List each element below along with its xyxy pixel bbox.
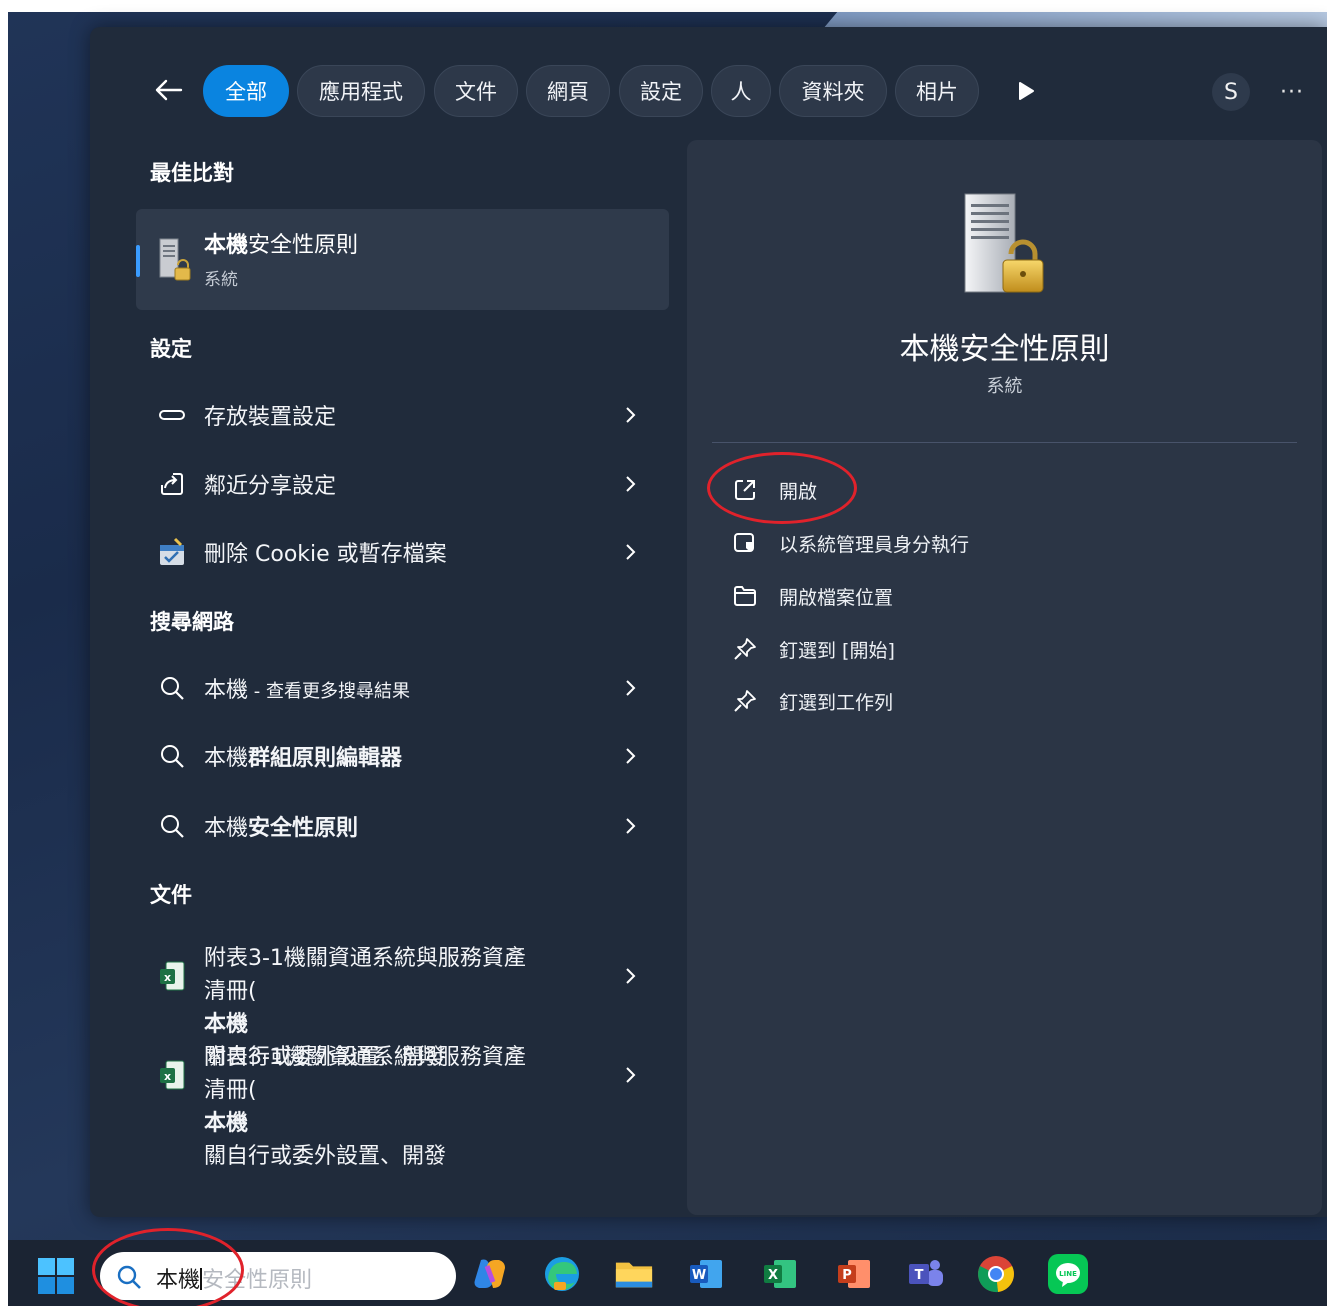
filter-chip-settings[interactable]: 設定: [619, 65, 703, 117]
cleanup-icon: [156, 536, 188, 568]
detail-subtitle: 系統: [986, 376, 1023, 397]
teams-icon[interactable]: T: [906, 1254, 946, 1294]
chevron-right-icon: [620, 542, 640, 562]
web-search-label: 本機群組原則編輯器: [204, 746, 403, 771]
document-item[interactable]: x 附表3-1機關資通系統與服務資產 清冊(本機 關自行或委外設置、開發: [140, 934, 660, 1070]
settings-item-delete-cookies[interactable]: 刪除 Cookie 或暫存檔案: [140, 523, 660, 581]
more-filters-play-icon[interactable]: [1012, 77, 1040, 105]
powerpoint-icon[interactable]: P: [834, 1254, 874, 1294]
chevron-right-icon: [620, 1065, 640, 1085]
filter-chip-web[interactable]: 網頁: [526, 65, 610, 117]
search-query-text: 本機安全性原則: [156, 1268, 313, 1293]
chevron-right-icon: [620, 816, 640, 836]
detail-pane: 本機安全性原則 系統 開啟 以系統管理員身分執行 開啟檔案位置 釘選到 [開始]…: [687, 140, 1322, 1215]
web-search-item[interactable]: 本機群組原則編輯器: [140, 727, 660, 785]
security-policy-large-icon: [957, 188, 1047, 298]
taskbar-search-input[interactable]: 本機安全性原則: [100, 1252, 456, 1300]
settings-item-label: 刪除 Cookie 或暫存檔案: [204, 542, 447, 567]
action-open-file-location[interactable]: 開啟檔案位置: [727, 576, 1227, 616]
chevron-right-icon: [620, 678, 640, 698]
web-search-label: 本機安全性原則: [204, 816, 359, 841]
action-label: 以系統管理員身分執行: [779, 533, 970, 556]
action-pin-to-taskbar[interactable]: 釘選到工作列: [727, 681, 1227, 721]
excel-file-icon: x: [156, 1059, 188, 1091]
search-icon: [156, 810, 188, 842]
best-match-card[interactable]: 本機安全性原則 系統: [136, 209, 669, 310]
svg-text:P: P: [842, 1268, 852, 1283]
filter-chip-apps[interactable]: 應用程式: [297, 65, 425, 117]
settings-item-label: 鄰近分享設定: [204, 474, 337, 499]
copilot-icon[interactable]: [470, 1254, 510, 1294]
best-match-type: 系統: [204, 270, 238, 290]
chevron-right-icon: [620, 405, 640, 425]
line-icon[interactable]: LINE: [1048, 1254, 1088, 1294]
open-external-icon: [731, 476, 759, 504]
folder-icon: [731, 582, 759, 610]
filter-chip-documents[interactable]: 文件: [434, 65, 518, 117]
settings-item-storage[interactable]: 存放裝置設定: [140, 386, 660, 444]
word-icon[interactable]: W: [686, 1254, 726, 1294]
filter-chip-people[interactable]: 人: [711, 65, 771, 117]
svg-text:LINE: LINE: [1059, 1270, 1077, 1278]
action-open[interactable]: 開啟: [727, 470, 1227, 510]
search-icon: [116, 1264, 142, 1290]
user-avatar[interactable]: S: [1212, 73, 1250, 111]
svg-text:T: T: [915, 1268, 924, 1283]
documents-heading: 文件: [150, 883, 192, 907]
selection-indicator: [136, 245, 140, 277]
best-match-heading: 最佳比對: [150, 161, 234, 185]
run-as-admin-icon: [731, 529, 759, 557]
pin-icon: [731, 687, 759, 715]
taskbar: 本機安全性原則 W X P T LINE: [8, 1240, 1327, 1306]
web-search-label: 本機 - 查看更多搜尋結果: [204, 678, 410, 703]
excel-icon[interactable]: X: [760, 1254, 800, 1294]
document-item[interactable]: x 附表3-1機關資通系統與服務資產 清冊(本機 關自行或委外設置、開發: [140, 1033, 660, 1169]
action-label: 開啟檔案位置: [779, 586, 894, 609]
action-run-as-admin[interactable]: 以系統管理員身分執行: [727, 523, 1227, 563]
detail-title: 本機安全性原則: [899, 332, 1110, 367]
settings-heading: 設定: [150, 337, 192, 361]
search-icon: [156, 740, 188, 772]
action-label: 釘選到工作列: [779, 691, 894, 714]
pin-icon: [731, 635, 759, 663]
share-icon: [156, 468, 188, 500]
svg-text:X: X: [768, 1268, 778, 1283]
best-match-name: 本機安全性原則: [204, 233, 359, 258]
more-options-icon[interactable]: ···: [1274, 74, 1310, 110]
action-label: 釘選到 [開始]: [779, 639, 895, 662]
chrome-icon[interactable]: [976, 1254, 1016, 1294]
chevron-right-icon: [620, 474, 640, 494]
security-policy-icon: [156, 235, 192, 283]
back-arrow-icon[interactable]: [150, 72, 186, 108]
edge-icon[interactable]: [542, 1254, 582, 1294]
chevron-right-icon: [620, 746, 640, 766]
web-search-item[interactable]: 本機 - 查看更多搜尋結果: [140, 659, 660, 717]
filter-chip-folders[interactable]: 資料夾: [779, 65, 887, 117]
svg-text:x: x: [164, 971, 171, 984]
search-icon: [156, 672, 188, 704]
web-search-item[interactable]: 本機安全性原則: [140, 797, 660, 855]
action-label: 開啟: [779, 480, 818, 503]
filter-chip-photos[interactable]: 相片: [895, 65, 979, 117]
svg-text:W: W: [692, 1268, 706, 1283]
file-explorer-icon[interactable]: [614, 1254, 654, 1294]
document-name: 附表3-1機關資通系統與服務資產 清冊(本機 關自行或委外設置、開發: [204, 1045, 526, 1169]
settings-item-label: 存放裝置設定: [204, 405, 337, 430]
settings-item-nearby-share[interactable]: 鄰近分享設定: [140, 455, 660, 513]
storage-icon: [156, 399, 188, 431]
action-pin-to-start[interactable]: 釘選到 [開始]: [727, 629, 1227, 669]
filter-chip-all[interactable]: 全部: [203, 65, 289, 117]
detail-divider: [712, 442, 1297, 443]
svg-text:x: x: [164, 1070, 171, 1083]
windows-start-icon[interactable]: [36, 1256, 76, 1296]
excel-file-icon: x: [156, 960, 188, 992]
chevron-right-icon: [620, 966, 640, 986]
web-search-heading: 搜尋網路: [150, 610, 234, 634]
